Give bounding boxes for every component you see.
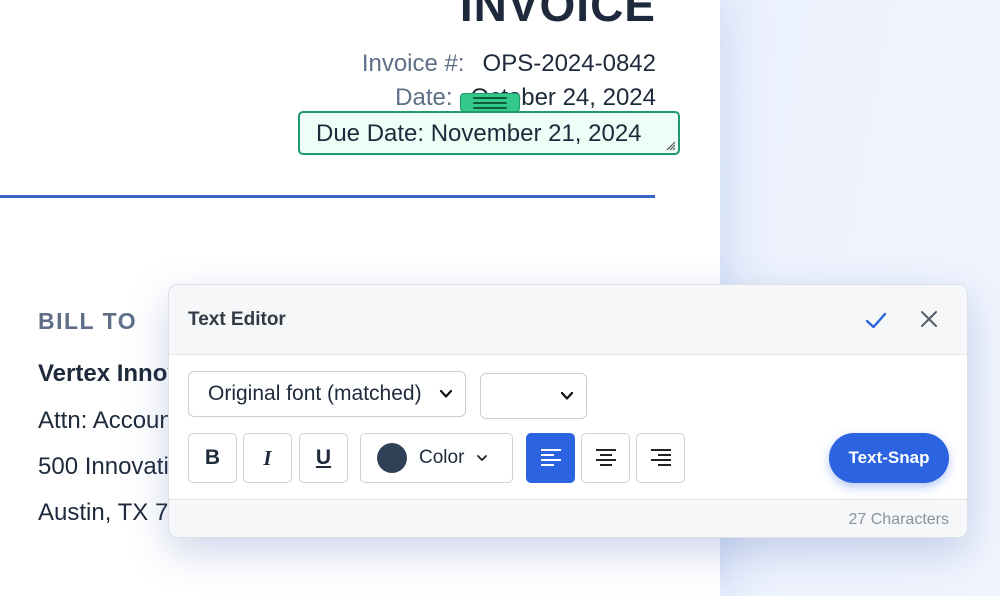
text-snap-button[interactable]: Text-Snap — [829, 433, 949, 483]
invoice-number-value: OPS-2024-0842 — [482, 50, 656, 77]
color-label: Color — [419, 447, 465, 468]
chevron-down-icon — [560, 391, 574, 400]
invoice-number-label: Invoice #: — [361, 50, 465, 77]
chevron-down-icon — [439, 389, 453, 398]
due-date-text[interactable]: Due Date: November 21, 2024 — [316, 120, 642, 148]
italic-button[interactable]: I — [243, 433, 292, 483]
drag-handle-icon[interactable] — [460, 93, 520, 112]
invoice-title: INVOICE — [459, 0, 656, 31]
color-swatch — [377, 443, 407, 473]
font-select[interactable]: Original font (matched) — [188, 371, 466, 417]
align-center-button[interactable] — [581, 433, 630, 483]
close-icon[interactable] — [917, 307, 941, 331]
font-size-select[interactable] — [480, 373, 587, 419]
align-left-button[interactable] — [526, 433, 575, 483]
chevron-down-icon — [477, 455, 488, 461]
resize-handle-icon[interactable] — [664, 139, 676, 151]
selected-text-box[interactable]: Due Date: November 21, 2024 — [298, 111, 680, 155]
character-count: 27 Characters — [848, 511, 950, 528]
underline-button[interactable]: U — [299, 433, 348, 483]
align-left-icon — [540, 449, 561, 466]
editor-header: Text Editor — [169, 285, 967, 355]
align-right-button[interactable] — [636, 433, 685, 483]
invoice-number-row: Invoice #: OPS-2024-0842 — [362, 50, 656, 78]
invoice-date-row: Date: October 24, 2024 — [395, 84, 656, 112]
font-select-value: Original font (matched) — [208, 382, 422, 405]
align-right-icon — [650, 449, 671, 466]
header-divider — [0, 195, 655, 198]
check-icon[interactable] — [863, 307, 889, 333]
bill-to-heading: BILL TO — [38, 308, 138, 334]
align-center-icon — [595, 449, 616, 466]
text-editor-panel: Text Editor Original font (matched) B I … — [168, 284, 968, 538]
color-picker-button[interactable]: Color — [360, 433, 513, 483]
invoice-date-label: Date: — [395, 84, 453, 111]
bold-button[interactable]: B — [188, 433, 237, 483]
editor-footer: 27 Characters — [169, 499, 967, 537]
editor-title: Text Editor — [188, 309, 286, 330]
